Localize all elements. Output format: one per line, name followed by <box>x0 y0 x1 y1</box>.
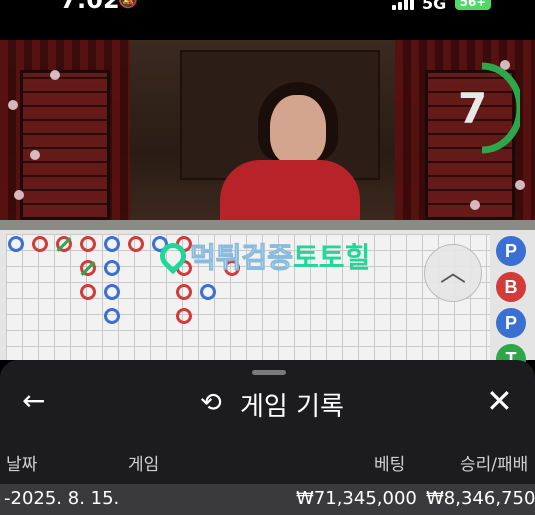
status-time: 7:02 <box>60 0 120 14</box>
dealer-head <box>270 95 326 165</box>
decor-screen-left <box>0 40 130 230</box>
bead-player <box>104 236 120 252</box>
bead-player <box>104 284 120 300</box>
bead-banker <box>32 236 48 252</box>
prediction-column: P B P T <box>496 236 532 380</box>
prediction-banker[interactable]: B <box>496 272 526 302</box>
prediction-player[interactable]: P <box>496 308 526 338</box>
countdown-timer: 7 <box>458 84 488 133</box>
history-icon: ⟲ <box>200 388 222 418</box>
bead-player <box>104 308 120 324</box>
column-header-bet[interactable]: 베팅 <box>374 450 405 475</box>
table-row[interactable]: -2025. 8. 15. ₩71,345,000 ₩8,346,750 <box>0 484 535 515</box>
bead-player <box>200 284 216 300</box>
bead-banker <box>80 236 96 252</box>
row-bet: ₩71,345,000 <box>296 488 417 509</box>
scroll-up-button[interactable]: ︿ <box>424 244 482 302</box>
drag-handle[interactable] <box>252 370 286 375</box>
location-pin-icon <box>154 237 192 275</box>
back-arrow-icon[interactable]: ← <box>22 384 45 417</box>
table-edge <box>0 220 535 230</box>
watermark-logo: 먹튀검증 토토힐 <box>154 237 371 275</box>
bead-banker <box>176 284 192 300</box>
row-result: ₩8,346,750 <box>426 488 535 509</box>
table-header: 날짜 게임 베팅 승리/패배 <box>0 450 535 476</box>
bead-player <box>104 260 120 276</box>
column-header-result[interactable]: 승리/패배 <box>460 450 528 475</box>
watermark-text-2: 토토힐 <box>293 241 371 274</box>
battery-icon: 56+ <box>455 0 491 10</box>
signal-icon <box>392 0 414 10</box>
bead-player <box>8 236 24 252</box>
column-header-date[interactable]: 날짜 <box>6 450 37 475</box>
close-icon[interactable]: ✕ <box>486 382 513 420</box>
column-header-game[interactable]: 게임 <box>128 450 159 475</box>
bead-banker <box>176 308 192 324</box>
watermark-text-1: 먹튀검증 <box>189 241 294 275</box>
bead-banker <box>80 284 96 300</box>
mute-icon: 🔕 <box>118 0 138 9</box>
bead-banker <box>128 236 144 252</box>
network-label: 5G <box>422 0 447 13</box>
row-date: -2025. 8. 15. <box>4 488 120 509</box>
prediction-player[interactable]: P <box>496 236 526 266</box>
status-bar: 7:02 🔕 5G 56+ <box>0 0 535 40</box>
panel-title: 게임 기록 <box>240 392 344 422</box>
